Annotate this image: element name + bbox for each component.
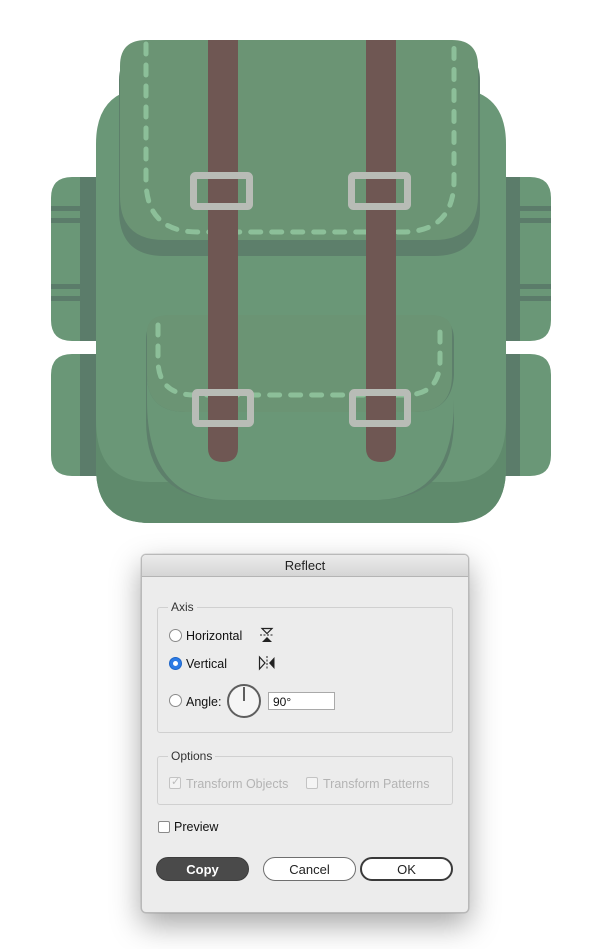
transform-objects-label[interactable]: Transform Objects [186,777,288,791]
backpack-illustration [51,40,551,523]
preview-label[interactable]: Preview [174,820,218,834]
transform-objects-checkbox[interactable]: ✓ [169,776,181,789]
left-strap [208,40,238,462]
angle-label[interactable]: Angle: [186,695,221,709]
options-group-label: Options [168,749,216,763]
cancel-button[interactable]: Cancel [263,857,356,881]
dialog-title: Reflect [142,555,468,577]
reflect-vertical-icon [258,655,275,671]
vertical-label[interactable]: Vertical [186,657,227,671]
ok-button[interactable]: OK [360,857,453,881]
reflect-dialog: Reflect Axis Horizontal Vertical Angle: … [141,554,469,913]
axis-group-label: Axis [168,600,197,614]
left-side-pocket [51,177,102,476]
vertical-radio[interactable] [169,657,182,670]
copy-button[interactable]: Copy [156,857,249,881]
angle-dial-icon[interactable] [226,683,262,719]
reflect-horizontal-icon [260,627,274,642]
right-strap [366,40,396,462]
checkmark-icon: ✓ [171,776,181,788]
preview-checkbox[interactable] [158,821,170,833]
axis-group: Axis Horizontal Vertical Angle: 90° [157,600,453,733]
transform-patterns-checkbox[interactable] [306,777,318,789]
horizontal-radio[interactable] [169,629,182,642]
transform-patterns-label[interactable]: Transform Patterns [323,777,430,791]
options-group: Options ✓ Transform Objects Transform Pa… [157,749,453,805]
angle-input[interactable]: 90° [268,692,335,710]
top-flap [120,40,478,240]
horizontal-label[interactable]: Horizontal [186,629,242,643]
angle-radio[interactable] [169,694,182,707]
